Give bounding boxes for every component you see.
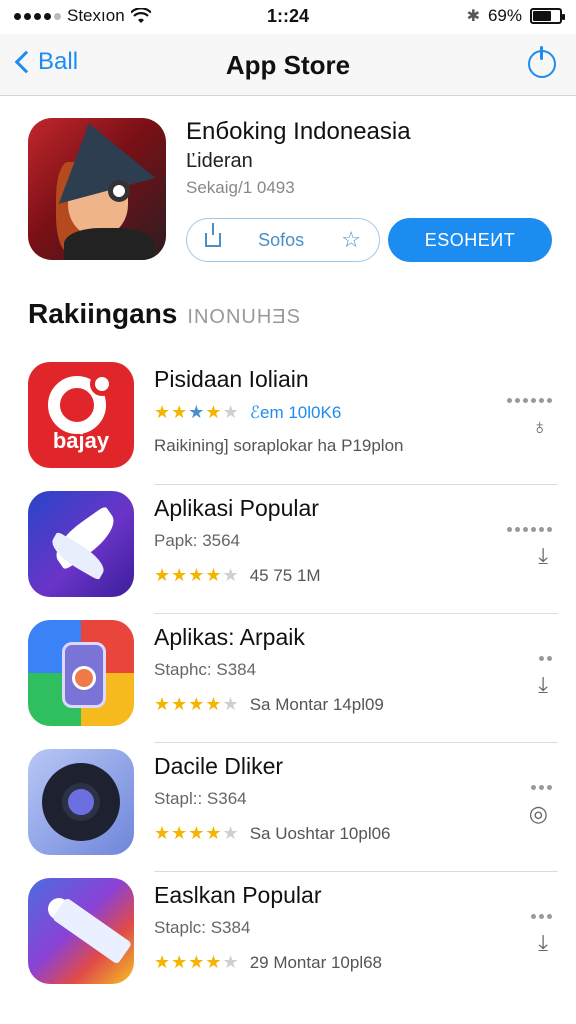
update-icon[interactable] [528, 46, 556, 78]
nav-bar: Ball App Store [0, 34, 576, 96]
get-button[interactable]: ESOHEИT [388, 218, 552, 262]
star-rating: ★★★★★ [154, 565, 240, 585]
status-right: ✱ 69% [466, 6, 565, 26]
featured-app-icon[interactable] [28, 118, 166, 260]
app-subtitle: Papk: 3564 [154, 531, 241, 550]
app-rating-row: ★★★★★ Sa Uoshtar 10pl06 [154, 823, 391, 844]
list-item[interactable]: bajay Pisidaan Ioliain ★★★★★ ℰem 10l0K6 … [0, 356, 576, 485]
app-subtitle: Staphc: S384 [154, 660, 257, 679]
app-meta: Sa Uoshtar 10pl06 [249, 823, 391, 843]
star-outline-icon: ☆ [341, 227, 361, 252]
star-rating: ★★★★★ [154, 402, 240, 422]
featured-title[interactable]: Enбoking Indoneasia [186, 118, 411, 146]
icon-brand-label: bajay [52, 428, 110, 453]
app-title: Aplikas: Arpaik [154, 624, 305, 650]
app-title: Dacile Dliker [154, 753, 284, 779]
section-subtitle[interactable]: INONUHƎS [187, 306, 301, 329]
app-rating-row: ★★★★★ 29 Montar 10pl68 [154, 952, 382, 973]
list-item[interactable]: Aplikasi Popular Papk: 3564 ★★★★★ 45 75 … [0, 485, 576, 614]
status-bar: Stexıon 1::24 ✱ 69% [0, 0, 576, 34]
download-icon: ⤓ [538, 543, 548, 568]
secondary-button-label: Sofos [258, 229, 305, 250]
app-title: Aplikasi Popular [154, 495, 319, 521]
secondary-button[interactable]: Sofos ☆ [186, 218, 380, 262]
battery-icon [530, 8, 565, 24]
flag-gradient-icon [28, 878, 134, 984]
app-rating-row: ★★★★★ Sa Montar 14pl09 [154, 694, 384, 715]
dots-icon [531, 785, 552, 790]
purple-wing-icon [28, 491, 134, 597]
dots-icon [507, 527, 552, 532]
featured-app: Enбoking Indoneasia Ľideran Sekaig/1 049… [0, 96, 576, 286]
star-rating: ★★★★★ [154, 694, 240, 714]
dots-icon [539, 656, 552, 661]
section-title: Rakiingans [28, 298, 178, 329]
list-item[interactable]: Easlkan Popular Staplc: S384 ★★★★★ 29 Mo… [0, 872, 576, 1001]
app-title: Easlkan Popular [154, 882, 322, 908]
featured-subtitle: Ľideran [186, 150, 253, 172]
bluetooth-icon: ✱ [466, 8, 480, 25]
red-o-icon: bajay [28, 362, 134, 468]
app-meta: 45 75 1M [249, 565, 321, 585]
camera-lens-icon [28, 749, 134, 855]
app-count: ℰem 10l0K6 [249, 402, 342, 422]
list-item[interactable]: Dacile Dliker Stapl:: S364 ★★★★★ Sa Uosh… [0, 743, 576, 872]
app-meta: Raikining] soraplokar ha P19plon [154, 436, 404, 455]
ring-icon: ◎ [528, 801, 548, 826]
battery-percent: 69% [487, 6, 522, 25]
download-icon: ⤓ [538, 930, 548, 955]
app-meta: Sa Montar 14pl09 [249, 694, 384, 714]
page-title: App Store [225, 50, 351, 80]
colorful-device-icon [28, 620, 134, 726]
app-list: bajay Pisidaan Ioliain ★★★★★ ℰem 10l0K6 … [0, 356, 576, 1001]
app-subtitle: Stapl:: S364 [154, 789, 247, 808]
app-subtitle: Staplc: S384 [154, 918, 251, 937]
ring-icon: ♁ [531, 414, 549, 439]
star-rating: ★★★★★ [154, 952, 240, 972]
section-header: Rakiingans INONUHƎS [28, 298, 301, 330]
app-rating-row: ★★★★★ ℰem 10l0K6 [154, 402, 341, 423]
share-icon [205, 223, 221, 247]
more-button[interactable]: ⤓ [492, 527, 552, 577]
dots-icon [531, 914, 552, 919]
app-meta: 29 Montar 10pl68 [249, 952, 383, 972]
list-item[interactable]: Aplikas: Arpaik Staphc: S384 ★★★★★ Sa Mo… [0, 614, 576, 743]
more-button[interactable]: ⤓ [492, 914, 552, 964]
more-button[interactable]: ⤓ [492, 656, 552, 706]
app-rating-row: ★★★★★ 45 75 1M [154, 565, 321, 586]
more-button[interactable]: ♁ [492, 398, 552, 448]
star-rating: ★★★★★ [154, 823, 240, 843]
featured-meta: Sekaig/1 0493 [186, 178, 295, 197]
app-title: Pisidaan Ioliain [154, 366, 309, 392]
dots-icon [507, 398, 552, 403]
download-icon: ⤓ [538, 672, 548, 697]
more-button[interactable]: ◎ [492, 785, 552, 835]
